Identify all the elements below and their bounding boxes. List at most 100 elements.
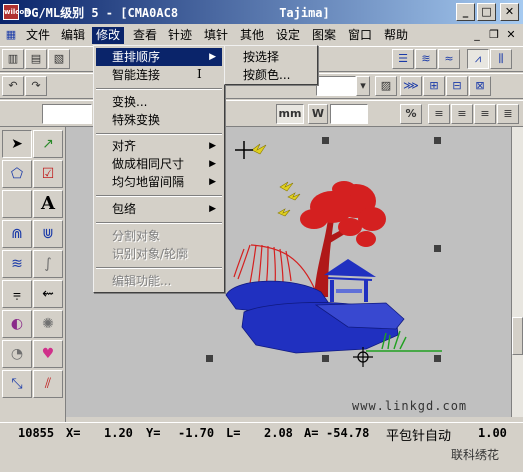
menu-item-transform[interactable]: 变换... — [96, 93, 222, 111]
font-field[interactable] — [42, 104, 92, 124]
satin-fill-icon[interactable]: ⋙ — [400, 76, 422, 96]
menu-item-align[interactable]: 对齐 ▶ — [96, 137, 222, 155]
width-field[interactable] — [330, 104, 368, 124]
menu-stitch[interactable]: 针迹 — [164, 27, 196, 44]
selection-handle[interactable] — [434, 137, 441, 144]
menu-item-label: 特殊变换 — [112, 113, 161, 127]
circle-tool-icon[interactable]: ◐ — [2, 310, 32, 338]
column-b-icon[interactable]: ⋓ — [33, 220, 63, 248]
knife-tool-icon[interactable]: ⤡ — [2, 370, 32, 398]
unit-mm-button[interactable]: mm — [276, 104, 304, 124]
value-field[interactable] — [316, 76, 356, 96]
motif-fill-icon[interactable]: ⊞ — [423, 76, 445, 96]
run-line-icon[interactable]: ∫ — [33, 250, 63, 278]
site-watermark: 联科绣花 — [450, 448, 499, 462]
mdi-minimize-icon[interactable]: _ — [469, 28, 485, 42]
menu-item-label: 对齐 — [112, 139, 137, 153]
manual-icon[interactable]: ⩦ — [2, 280, 32, 308]
menu-design[interactable]: 图案 — [308, 27, 340, 44]
close-icon[interactable]: ✕ — [500, 3, 519, 21]
menu-help[interactable]: 帮助 — [380, 27, 412, 44]
menu-modify[interactable]: 修改 — [92, 27, 125, 44]
width-button[interactable]: W — [308, 104, 328, 124]
maximize-icon[interactable]: □ — [477, 3, 496, 21]
window-title: DG/ML级别 5 - [CMA0AC8 Tajima] — [24, 6, 330, 20]
stitch-icon[interactable]: ▥ — [2, 49, 24, 69]
column-a-icon[interactable]: ⋒ — [2, 220, 32, 248]
fill-pattern-icon[interactable]: ☰ — [392, 49, 414, 69]
menu-settings[interactable]: 设定 — [272, 27, 304, 44]
submenu-arrow-icon: ▶ — [209, 141, 216, 151]
selection-handle[interactable] — [206, 355, 213, 362]
justify-icon[interactable]: ≣ — [497, 104, 519, 124]
submenu-item-by-color[interactable]: 按颜色... — [227, 66, 315, 84]
heart-tool-icon[interactable]: ♥ — [33, 340, 63, 368]
satin-icon[interactable]: ▧ — [48, 49, 70, 69]
mdi-close-icon[interactable]: ✕ — [503, 28, 519, 42]
selection-handle[interactable] — [322, 137, 329, 144]
dropdown-arrow-icon[interactable]: ▾ — [356, 76, 370, 96]
submenu-arrow-icon: ▶ — [209, 52, 216, 62]
tatami-fill-icon[interactable]: ⊟ — [446, 76, 468, 96]
menu-item-envelope[interactable]: 包络 ▶ — [96, 200, 222, 218]
menu-item-space-evenly[interactable]: 均匀地留间隔 ▶ — [96, 173, 222, 191]
submenu-item-by-selection[interactable]: 按选择 — [227, 48, 315, 66]
redo-icon[interactable]: ↷ — [25, 76, 47, 96]
select-arrow-icon[interactable]: ➤ — [2, 130, 32, 158]
menu-item-smart-join[interactable]: 智能连接 — [96, 66, 222, 84]
vertical-scrollbar[interactable] — [511, 127, 523, 417]
app-logo-icon[interactable]: wilcom — [3, 4, 32, 20]
menu-item-special-transform[interactable]: 特殊变换 — [96, 111, 222, 129]
menu-edit[interactable]: 编辑 — [57, 27, 89, 44]
menu-separator — [96, 267, 222, 269]
checkbox-tool-icon[interactable]: ☑ — [33, 160, 63, 188]
reshape-icon[interactable]: ↗ — [33, 130, 63, 158]
align-left-icon[interactable]: ≡ — [428, 104, 450, 124]
menu-item-label: 做成相同尺寸 — [112, 157, 185, 171]
stitch-mode: 平包针自动 — [386, 429, 452, 444]
scroll-thumb[interactable] — [512, 317, 523, 355]
undo-icon[interactable]: ↶ — [2, 76, 24, 96]
freehand-shape-icon[interactable]: ⬠ — [2, 160, 32, 188]
selection-handle[interactable] — [322, 355, 329, 362]
menu-item-reorder[interactable]: 重排顺序 ▶ — [96, 48, 222, 66]
zigzag-icon[interactable]: ≋ — [415, 49, 437, 69]
ring-tool-icon[interactable]: ◔ — [2, 340, 32, 368]
menu-item-label: 包络 — [112, 202, 137, 216]
blank-tool-icon[interactable] — [2, 190, 32, 218]
menu-file[interactable]: 文件 — [22, 27, 54, 44]
menu-window[interactable]: 窗口 — [344, 27, 376, 44]
align-center-icon[interactable]: ≡ — [451, 104, 473, 124]
column-icon[interactable]: ⫼ — [490, 49, 512, 69]
modify-menu: 重排顺序 ▶ 智能连接 变换... 特殊变换 对齐 ▶ 做成相同尺寸 ▶ 均匀地… — [93, 45, 225, 293]
a-value: -54.78 — [326, 426, 370, 440]
menu-fill[interactable]: 填针 — [200, 27, 232, 44]
percent-button[interactable]: % — [400, 104, 422, 124]
gazebo — [324, 259, 376, 302]
selection-handle[interactable] — [434, 355, 441, 362]
status-bar: 10855 X= 1.20 Y= -1.70 L= 2.08 A= -54.78… — [0, 422, 523, 444]
mdi-restore-icon[interactable]: ❐ — [486, 28, 502, 42]
menu-item-label: 按选择 — [243, 50, 280, 64]
submenu-arrow-icon: ▶ — [209, 159, 216, 169]
align-right-icon[interactable]: ≡ — [474, 104, 496, 124]
zigzag-pressed-icon[interactable]: ⩘ — [467, 49, 489, 69]
menu-other[interactable]: 其他 — [236, 27, 268, 44]
complex-fill-icon[interactable]: ≋ — [2, 250, 32, 278]
document-icon[interactable]: ▦ — [3, 28, 19, 42]
wave-icon[interactable]: ≈ — [438, 49, 460, 69]
zoom-value: 1.00 — [478, 426, 507, 440]
pattern-fill-icon[interactable]: ⊠ — [469, 76, 491, 96]
menu-view[interactable]: 查看 — [129, 27, 161, 44]
menu-item-same-size[interactable]: 做成相同尺寸 ▶ — [96, 155, 222, 173]
minimize-icon[interactable]: _ — [456, 3, 475, 21]
x-value: 1.20 — [104, 426, 133, 440]
tool-palette: ➤ ↗ ⬠ ☑ A ⋒ ⋓ ≋ ∫ ⩦ ⇜ ◐ ✺ ◔ ♥ ⤡ ⫽ — [0, 127, 66, 422]
color-swatch-icon[interactable]: ▨ — [375, 76, 397, 96]
lettering-icon[interactable]: A — [33, 190, 63, 218]
star-tool-icon[interactable]: ✺ — [33, 310, 63, 338]
stitch-run-icon[interactable]: ▤ — [25, 49, 47, 69]
split-tool-icon[interactable]: ⫽ — [33, 370, 63, 398]
selection-handle[interactable] — [434, 245, 441, 252]
backtrack-icon[interactable]: ⇜ — [33, 280, 63, 308]
